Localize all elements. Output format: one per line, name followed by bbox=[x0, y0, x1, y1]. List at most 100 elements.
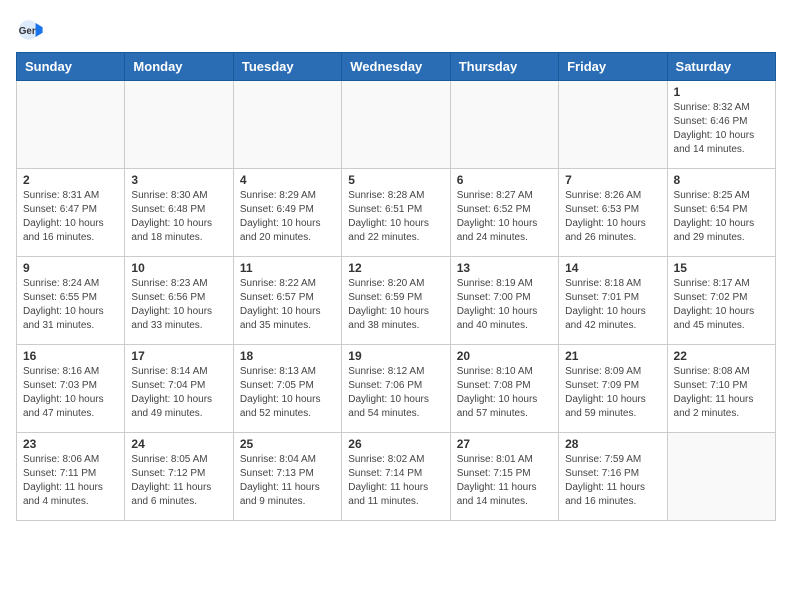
day-number: 3 bbox=[131, 173, 226, 187]
weekday-header-thursday: Thursday bbox=[450, 53, 558, 81]
weekday-header-wednesday: Wednesday bbox=[342, 53, 450, 81]
calendar-cell bbox=[559, 81, 667, 169]
calendar-cell: 6 Sunrise: 8:27 AM Sunset: 6:52 PM Daylig… bbox=[450, 169, 558, 257]
day-number: 9 bbox=[23, 261, 118, 275]
weekday-header-tuesday: Tuesday bbox=[233, 53, 341, 81]
day-number: 23 bbox=[23, 437, 118, 451]
day-number: 1 bbox=[674, 85, 769, 99]
calendar-cell: 3 Sunrise: 8:30 AM Sunset: 6:48 PM Daylig… bbox=[125, 169, 233, 257]
calendar-cell: 13 Sunrise: 8:19 AM Sunset: 7:00 PM Dayli… bbox=[450, 257, 558, 345]
day-info: Sunrise: 8:08 AM Sunset: 7:10 PM Dayligh… bbox=[674, 365, 769, 421]
day-info: Sunrise: 8:06 AM Sunset: 7:11 PM Dayligh… bbox=[23, 453, 118, 509]
day-number: 18 bbox=[240, 349, 335, 363]
day-info: Sunrise: 8:18 AM Sunset: 7:01 PM Dayligh… bbox=[565, 277, 660, 333]
day-info: Sunrise: 8:05 AM Sunset: 7:12 PM Dayligh… bbox=[131, 453, 226, 509]
calendar-cell: 26 Sunrise: 8:02 AM Sunset: 7:14 PM Dayli… bbox=[342, 433, 450, 521]
week-row-5: 23 Sunrise: 8:06 AM Sunset: 7:11 PM Dayli… bbox=[17, 433, 776, 521]
day-number: 5 bbox=[348, 173, 443, 187]
day-info: Sunrise: 8:04 AM Sunset: 7:13 PM Dayligh… bbox=[240, 453, 335, 509]
day-info: Sunrise: 8:16 AM Sunset: 7:03 PM Dayligh… bbox=[23, 365, 118, 421]
day-number: 27 bbox=[457, 437, 552, 451]
calendar-cell: 19 Sunrise: 8:12 AM Sunset: 7:06 PM Dayli… bbox=[342, 345, 450, 433]
svg-text:Gen: Gen bbox=[19, 26, 38, 37]
day-number: 28 bbox=[565, 437, 660, 451]
day-info: Sunrise: 8:29 AM Sunset: 6:49 PM Dayligh… bbox=[240, 189, 335, 245]
calendar-cell: 12 Sunrise: 8:20 AM Sunset: 6:59 PM Dayli… bbox=[342, 257, 450, 345]
calendar-cell bbox=[342, 81, 450, 169]
calendar-cell: 22 Sunrise: 8:08 AM Sunset: 7:10 PM Dayli… bbox=[667, 345, 775, 433]
day-number: 26 bbox=[348, 437, 443, 451]
calendar-cell: 5 Sunrise: 8:28 AM Sunset: 6:51 PM Daylig… bbox=[342, 169, 450, 257]
day-number: 2 bbox=[23, 173, 118, 187]
day-info: Sunrise: 8:17 AM Sunset: 7:02 PM Dayligh… bbox=[674, 277, 769, 333]
calendar-cell: 27Sunrise: 8:01 AM Sunset: 7:15 PM Dayli… bbox=[450, 433, 558, 521]
calendar-cell: 2 Sunrise: 8:31 AM Sunset: 6:47 PM Daylig… bbox=[17, 169, 125, 257]
weekday-header-friday: Friday bbox=[559, 53, 667, 81]
calendar-cell: 21 Sunrise: 8:09 AM Sunset: 7:09 PM Dayli… bbox=[559, 345, 667, 433]
calendar-cell: 15 Sunrise: 8:17 AM Sunset: 7:02 PM Dayli… bbox=[667, 257, 775, 345]
day-number: 21 bbox=[565, 349, 660, 363]
day-number: 16 bbox=[23, 349, 118, 363]
calendar-cell: 23 Sunrise: 8:06 AM Sunset: 7:11 PM Dayli… bbox=[17, 433, 125, 521]
day-number: 4 bbox=[240, 173, 335, 187]
day-info: Sunrise: 8:13 AM Sunset: 7:05 PM Dayligh… bbox=[240, 365, 335, 421]
calendar-cell: 17 Sunrise: 8:14 AM Sunset: 7:04 PM Dayli… bbox=[125, 345, 233, 433]
calendar-cell bbox=[17, 81, 125, 169]
calendar-cell: 24Sunrise: 8:05 AM Sunset: 7:12 PM Dayli… bbox=[125, 433, 233, 521]
calendar-cell: 4 Sunrise: 8:29 AM Sunset: 6:49 PM Daylig… bbox=[233, 169, 341, 257]
day-info: Sunrise: 8:26 AM Sunset: 6:53 PM Dayligh… bbox=[565, 189, 660, 245]
day-info: Sunrise: 8:02 AM Sunset: 7:14 PM Dayligh… bbox=[348, 453, 443, 509]
day-number: 17 bbox=[131, 349, 226, 363]
day-number: 20 bbox=[457, 349, 552, 363]
day-info: Sunrise: 7:59 AM Sunset: 7:16 PM Dayligh… bbox=[565, 453, 660, 509]
calendar-cell: 18 Sunrise: 8:13 AM Sunset: 7:05 PM Dayli… bbox=[233, 345, 341, 433]
weekday-header-row: SundayMondayTuesdayWednesdayThursdayFrid… bbox=[17, 53, 776, 81]
calendar-cell: 14 Sunrise: 8:18 AM Sunset: 7:01 PM Dayli… bbox=[559, 257, 667, 345]
day-info: Sunrise: 8:20 AM Sunset: 6:59 PM Dayligh… bbox=[348, 277, 443, 333]
day-info: Sunrise: 8:19 AM Sunset: 7:00 PM Dayligh… bbox=[457, 277, 552, 333]
day-info: Sunrise: 8:30 AM Sunset: 6:48 PM Dayligh… bbox=[131, 189, 226, 245]
day-number: 13 bbox=[457, 261, 552, 275]
calendar-cell: 8Sunrise: 8:25 AM Sunset: 6:54 PM Daylig… bbox=[667, 169, 775, 257]
day-number: 12 bbox=[348, 261, 443, 275]
day-info: Sunrise: 8:14 AM Sunset: 7:04 PM Dayligh… bbox=[131, 365, 226, 421]
day-number: 11 bbox=[240, 261, 335, 275]
weekday-header-saturday: Saturday bbox=[667, 53, 775, 81]
day-info: Sunrise: 8:22 AM Sunset: 6:57 PM Dayligh… bbox=[240, 277, 335, 333]
day-number: 7 bbox=[565, 173, 660, 187]
week-row-1: 1Sunrise: 8:32 AM Sunset: 6:46 PM Daylig… bbox=[17, 81, 776, 169]
day-number: 6 bbox=[457, 173, 552, 187]
calendar-cell: 10 Sunrise: 8:23 AM Sunset: 6:56 PM Dayli… bbox=[125, 257, 233, 345]
day-number: 22 bbox=[674, 349, 769, 363]
calendar-cell bbox=[233, 81, 341, 169]
calendar-table: SundayMondayTuesdayWednesdayThursdayFrid… bbox=[16, 52, 776, 521]
day-info: Sunrise: 8:28 AM Sunset: 6:51 PM Dayligh… bbox=[348, 189, 443, 245]
day-info: Sunrise: 8:10 AM Sunset: 7:08 PM Dayligh… bbox=[457, 365, 552, 421]
calendar-cell: 20 Sunrise: 8:10 AM Sunset: 7:08 PM Dayli… bbox=[450, 345, 558, 433]
day-info: Sunrise: 8:24 AM Sunset: 6:55 PM Dayligh… bbox=[23, 277, 118, 333]
day-number: 8 bbox=[674, 173, 769, 187]
day-number: 19 bbox=[348, 349, 443, 363]
day-info: Sunrise: 8:27 AM Sunset: 6:52 PM Dayligh… bbox=[457, 189, 552, 245]
day-number: 10 bbox=[131, 261, 226, 275]
week-row-4: 16 Sunrise: 8:16 AM Sunset: 7:03 PM Dayli… bbox=[17, 345, 776, 433]
calendar-cell: 25 Sunrise: 8:04 AM Sunset: 7:13 PM Dayli… bbox=[233, 433, 341, 521]
day-info: Sunrise: 8:31 AM Sunset: 6:47 PM Dayligh… bbox=[23, 189, 118, 245]
day-number: 14 bbox=[565, 261, 660, 275]
day-info: Sunrise: 8:23 AM Sunset: 6:56 PM Dayligh… bbox=[131, 277, 226, 333]
day-number: 25 bbox=[240, 437, 335, 451]
day-info: Sunrise: 8:12 AM Sunset: 7:06 PM Dayligh… bbox=[348, 365, 443, 421]
logo-icon: Gen bbox=[16, 16, 44, 44]
day-info: Sunrise: 8:09 AM Sunset: 7:09 PM Dayligh… bbox=[565, 365, 660, 421]
calendar-cell: 9 Sunrise: 8:24 AM Sunset: 6:55 PM Daylig… bbox=[17, 257, 125, 345]
calendar-cell bbox=[125, 81, 233, 169]
calendar-cell bbox=[667, 433, 775, 521]
day-number: 15 bbox=[674, 261, 769, 275]
calendar-cell: 28 Sunrise: 7:59 AM Sunset: 7:16 PM Dayli… bbox=[559, 433, 667, 521]
logo: Gen bbox=[16, 16, 48, 44]
calendar-cell bbox=[450, 81, 558, 169]
weekday-header-sunday: Sunday bbox=[17, 53, 125, 81]
calendar-cell: 16 Sunrise: 8:16 AM Sunset: 7:03 PM Dayli… bbox=[17, 345, 125, 433]
header: Gen bbox=[16, 16, 776, 44]
calendar-cell: 1Sunrise: 8:32 AM Sunset: 6:46 PM Daylig… bbox=[667, 81, 775, 169]
